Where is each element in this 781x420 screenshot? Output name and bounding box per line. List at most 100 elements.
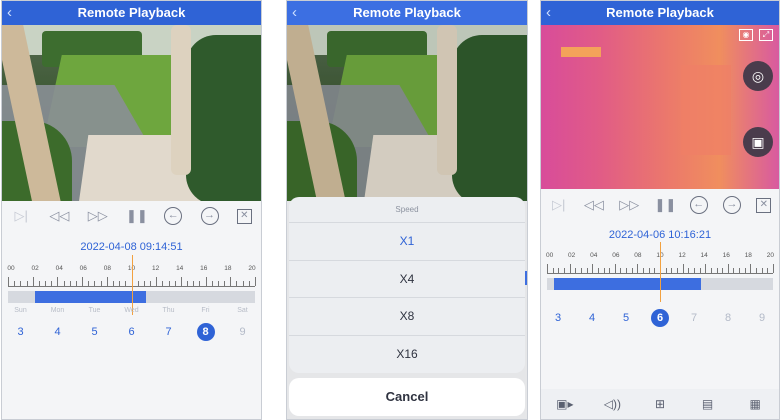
record-icon[interactable]: ▣ (743, 127, 773, 157)
speed-option-x4[interactable]: X4 (289, 261, 525, 298)
timeline-tick (580, 268, 582, 273)
day-item[interactable]: Thu 7 (155, 307, 183, 347)
timeline-hour-label: 04 (55, 265, 63, 272)
day-item[interactable]: 8 (714, 293, 742, 333)
close-box-icon[interactable]: ✕ (756, 197, 772, 213)
day-item[interactable]: Wed 6 (118, 307, 146, 347)
timeline-tick (63, 281, 65, 286)
timeline-tick (174, 281, 176, 286)
camera-switch-icon[interactable]: ▣▸ (556, 396, 574, 412)
day-item[interactable]: 9 (748, 293, 776, 333)
day-number[interactable]: 9 (753, 309, 771, 327)
next-arrow-icon[interactable]: → (200, 207, 219, 225)
next-arrow-icon[interactable]: → (723, 196, 742, 214)
cancel-button[interactable]: Cancel (289, 378, 525, 416)
header-bar: ‹ Remote Playback (2, 1, 261, 25)
grid-icon[interactable]: ⊞ (651, 396, 669, 412)
day-number[interactable]: 3 (12, 323, 30, 341)
day-number[interactable]: 5 (86, 323, 104, 341)
day-number[interactable]: 8 (196, 323, 215, 341)
day-item[interactable]: Tue 5 (81, 307, 109, 347)
prev-arrow-icon[interactable]: ← (689, 196, 708, 214)
day-number[interactable]: 5 (617, 309, 635, 327)
day-number[interactable]: 7 (685, 309, 703, 327)
day-item[interactable]: Mon 4 (44, 307, 72, 347)
timeline-tick (156, 277, 158, 286)
day-item[interactable]: 4 (578, 293, 606, 333)
timeline-tick (57, 277, 59, 286)
timeline-tick (750, 264, 752, 273)
timeline-hour-label: 08 (103, 265, 112, 272)
thermal-video-feed[interactable]: ◉ ⤢ ◎ ▣ (541, 25, 779, 189)
camera-icon[interactable]: ◎ (743, 61, 773, 91)
timeline[interactable]: 0002040608101214161820 (6, 255, 257, 315)
recording-segment (553, 278, 701, 290)
timeline-cursor[interactable] (131, 255, 133, 315)
rewind-icon[interactable]: ◁◁ (584, 195, 604, 215)
timeline-tick (106, 277, 108, 286)
timeline-hour-label: 08 (634, 252, 642, 259)
fast-forward-icon[interactable]: ▷▷ (88, 206, 108, 226)
day-number[interactable]: 4 (49, 323, 67, 341)
chevron-left-icon[interactable]: ‹ (292, 1, 297, 25)
chevron-left-icon[interactable]: ‹ (7, 1, 12, 25)
timeline[interactable]: 0002040608101214161820 (545, 242, 775, 302)
step-frame-icon[interactable]: ▷| (11, 206, 31, 226)
calendar-icon[interactable]: ▦ (746, 396, 764, 412)
speed-option-x1[interactable]: X1 (289, 223, 525, 261)
day-item[interactable]: Sun 3 (7, 307, 35, 347)
timeline-tick (51, 281, 53, 286)
timeline-tick (773, 264, 774, 273)
pause-icon[interactable]: ❚❚ (654, 195, 676, 215)
timeline-tick (631, 268, 633, 273)
day-number[interactable]: 7 (160, 323, 178, 341)
close-box-icon[interactable]: ✕ (236, 208, 252, 224)
timeline-hour-label: 12 (678, 252, 686, 259)
timeline-tick (94, 281, 96, 286)
day-number[interactable]: 9 (234, 323, 252, 341)
expand-icon[interactable]: ⤢ (759, 29, 773, 41)
volume-icon[interactable]: ◁)) (603, 396, 621, 412)
list-icon[interactable]: ▤ (699, 396, 717, 412)
playback-datetime: 2022-04-06 10:16:21 (608, 229, 712, 241)
prev-arrow-icon[interactable]: ← (164, 207, 183, 225)
day-number[interactable]: 3 (549, 309, 567, 327)
chevron-left-icon[interactable]: ‹ (546, 1, 551, 25)
timeline-tick (8, 277, 9, 286)
page-title: Remote Playback (77, 5, 186, 20)
timeline-tick (665, 268, 667, 273)
timeline-tick (563, 268, 565, 273)
day-item[interactable]: Sat 9 (229, 307, 257, 347)
day-number[interactable]: 8 (719, 309, 737, 327)
timeline-tick (236, 281, 238, 286)
speed-option-x8[interactable]: X8 (289, 298, 525, 336)
day-item[interactable]: 7 (680, 293, 708, 333)
rewind-icon[interactable]: ◁◁ (49, 206, 69, 226)
video-feed[interactable] (2, 25, 261, 201)
timeline-tick (744, 268, 746, 273)
day-item[interactable]: 6 (646, 293, 674, 333)
day-name: Sun (14, 307, 27, 314)
day-item[interactable]: 3 (544, 293, 572, 333)
header-bar: ‹ Remote Playback (541, 1, 779, 25)
timeline-tick (137, 281, 139, 286)
timeline-tick (217, 281, 219, 286)
pause-icon[interactable]: ❚❚ (126, 206, 148, 226)
header-bar: ‹ Remote Playback (287, 1, 527, 25)
timeline-tick (648, 268, 650, 273)
day-number[interactable]: 6 (123, 323, 141, 341)
timeline-tick (682, 264, 684, 273)
timeline-hour-label: 02 (568, 252, 576, 259)
eye-icon[interactable]: ◉ (739, 29, 753, 41)
timeline-tick (230, 277, 232, 286)
step-frame-icon[interactable]: ▷| (549, 195, 569, 215)
day-selector: Sun 3 Mon 4 Tue 5 Wed 6 Thu 7 Fri 8 Sat 9 (2, 307, 261, 347)
day-number[interactable]: 6 (651, 309, 669, 327)
day-name: Thu (162, 307, 175, 314)
day-number[interactable]: 4 (583, 309, 601, 327)
recording-segment (35, 291, 147, 303)
day-item[interactable]: Fri 8 (192, 307, 220, 347)
fast-forward-icon[interactable]: ▷▷ (619, 195, 639, 215)
speed-option-x16[interactable]: X16 (289, 336, 525, 374)
day-item[interactable]: 5 (612, 293, 640, 333)
